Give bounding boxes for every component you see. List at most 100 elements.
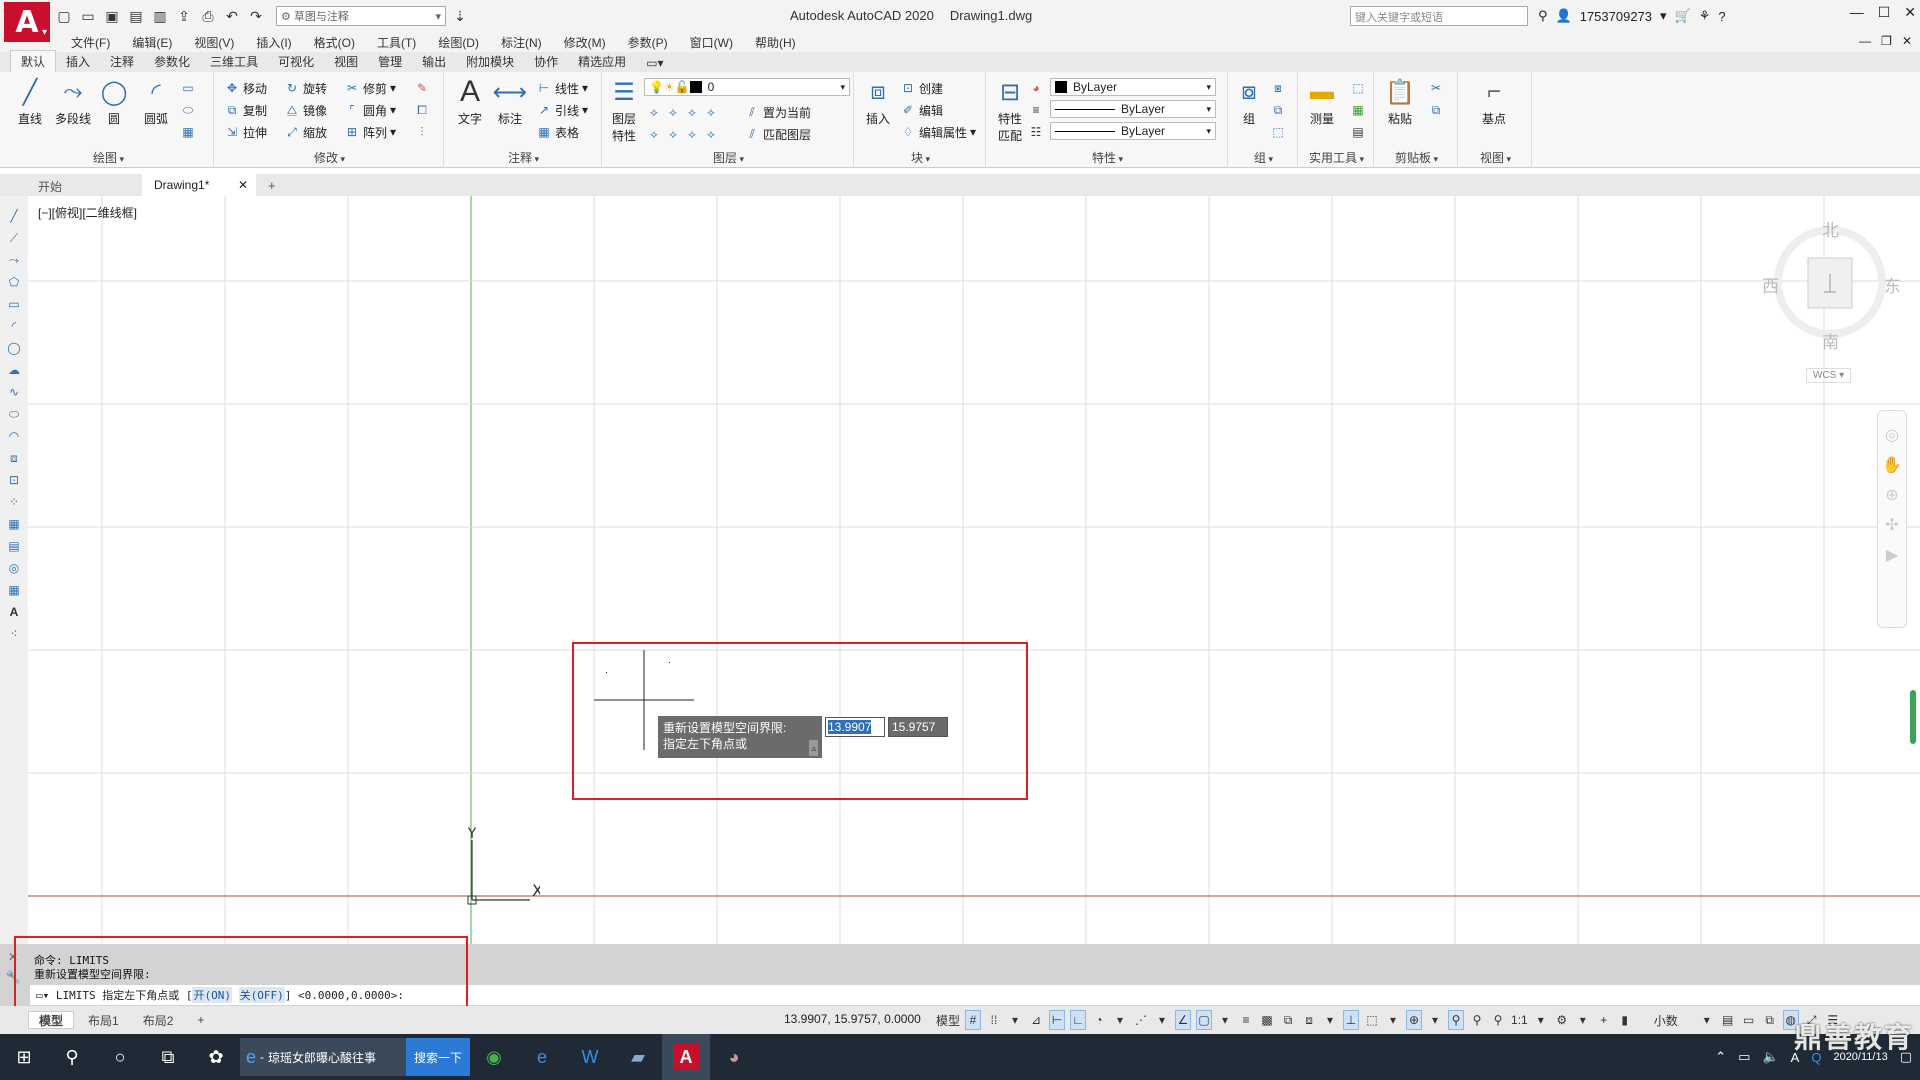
selection-cycling-icon[interactable]: ⧉ (1280, 1010, 1296, 1030)
table-button[interactable]: ▦ 表格 (536, 122, 579, 142)
steering-wheel-icon[interactable]: ◎ (1885, 425, 1899, 445)
selection-filter-icon[interactable]: ⬚ (1364, 1010, 1380, 1030)
leader-button[interactable]: ↗ 引线 ▾ (536, 100, 588, 120)
panel-title-groups[interactable]: 组 (1230, 149, 1297, 166)
dimension-button[interactable]: ⟷ 标注 (490, 76, 530, 127)
insert-block-icon[interactable]: ⧈ (5, 448, 23, 468)
select-all-icon[interactable]: ▦ (1350, 100, 1366, 120)
measure-button[interactable]: ▬ 测量 (1302, 76, 1342, 127)
dynamic-ucs-icon[interactable]: ⊥ (1343, 1010, 1360, 1030)
quick-properties-icon[interactable]: ▤ (1720, 1010, 1736, 1030)
model-space-toggle[interactable]: 模型 (936, 1010, 960, 1030)
ungroup-icon[interactable]: ⧆ (1270, 78, 1286, 98)
tab-manage[interactable]: 管理 (368, 51, 412, 72)
viewcube-south[interactable]: 南 (1822, 328, 1839, 353)
offset-button[interactable]: ⫶ (414, 122, 430, 142)
edit-block-button[interactable]: ✐ 编辑 (900, 100, 943, 120)
grid-icon[interactable]: # (965, 1010, 982, 1030)
3d-object-snap-icon[interactable]: ⧈ (1301, 1010, 1317, 1030)
make-block-icon[interactable]: ⊡ (5, 470, 23, 490)
ellipse-arc-icon[interactable]: ◠ (5, 426, 23, 446)
panel-title-draw[interactable]: 绘图 (4, 149, 213, 166)
line-button[interactable]: ╱ 直线 (10, 76, 50, 127)
point-icon[interactable]: ⁘ (5, 492, 23, 512)
dynamic-input-x-field[interactable]: 13.9907 (825, 717, 885, 737)
tab-drawing1[interactable]: Drawing1* ✕ (142, 174, 256, 196)
layer-lock-icon[interactable]: ⟡ (703, 104, 719, 120)
doc-restore-icon[interactable]: ❐ (1881, 34, 1892, 48)
viewcube[interactable]: 北 南 东 西 (1762, 208, 1912, 388)
app-pinwheel-icon[interactable]: ✿ (192, 1034, 240, 1080)
browser-360-icon[interactable]: ◉ (470, 1034, 518, 1080)
menu-dimension[interactable]: 标注(N) (490, 34, 553, 51)
region-icon[interactable]: ◎ (5, 558, 23, 578)
revision-cloud-icon[interactable]: ☁ (5, 360, 23, 380)
windows-start-icon[interactable]: ⊞ (0, 1034, 48, 1080)
plot-icon[interactable]: ⎙ (198, 6, 218, 26)
construction-line-icon[interactable]: ⟋ (5, 228, 23, 248)
coordinate-display[interactable]: 13.9907, 15.9757, 0.0000 (784, 1012, 921, 1026)
group-edit-icon[interactable]: ⧉ (1270, 100, 1286, 120)
object-snap-icon[interactable]: ▢ (1196, 1010, 1213, 1030)
tab-output[interactable]: 输出 (412, 51, 456, 72)
lineweight-dropdown[interactable]: ByLayer ▾ (1050, 100, 1216, 118)
web-mobile-icon[interactable]: ▥ (150, 6, 170, 26)
layer-thaw-icon[interactable]: ⟡ (684, 126, 700, 142)
media-app-icon[interactable]: ◕ (710, 1034, 758, 1080)
insert-block-button[interactable]: ⧈ 插入 (858, 76, 898, 127)
dynamic-input-y-field[interactable]: 15.9757 (888, 717, 948, 737)
network-icon[interactable]: ▭ (1738, 1049, 1750, 1065)
calculator-icon[interactable]: ▤ (1350, 122, 1366, 142)
polyline-button[interactable]: ⤳ 多段线 (50, 76, 96, 127)
copy-button[interactable]: ⧉ 复制 (224, 100, 267, 120)
annotation-scale-icon[interactable]: ⚲ (1490, 1010, 1506, 1030)
chevron-down-icon[interactable]: ▾ (1322, 1010, 1338, 1030)
close-tab-icon[interactable]: ✕ (238, 178, 248, 192)
layer-isolate-icon[interactable]: ⟡ (665, 104, 681, 120)
save-icon[interactable]: ▣ (102, 6, 122, 26)
minimize-icon[interactable]: — (1850, 4, 1864, 21)
trim-button[interactable]: ✂ 修剪 ▾ (344, 78, 396, 98)
tab-featured-apps[interactable]: 精选应用 (568, 51, 636, 72)
gradient-icon[interactable]: ▤ (5, 536, 23, 556)
tab-addins[interactable]: 附加模块 (456, 51, 524, 72)
chevron-down-icon[interactable]: ▾ (1112, 1010, 1128, 1030)
scale-button[interactable]: ⤢ 缩放 (284, 122, 327, 142)
application-menu-button[interactable]: A ▾ (4, 2, 50, 42)
publish-icon[interactable]: ⇪ (174, 6, 194, 26)
tab-3d-tools[interactable]: 三维工具 (200, 51, 268, 72)
circle-icon[interactable]: ◯ (5, 338, 23, 358)
hatch-icon[interactable]: ▦ (5, 514, 23, 534)
new-tab-button[interactable]: + (256, 174, 288, 196)
binoculars-icon[interactable]: ⚲ (1538, 8, 1548, 24)
base-button[interactable]: ⌐ 基点 (1474, 76, 1514, 127)
volume-icon[interactable]: 🔈 (1762, 1049, 1778, 1065)
panel-title-properties[interactable]: 特性 (988, 149, 1227, 166)
menu-tools[interactable]: 工具(T) (366, 34, 427, 51)
layer-on-icon[interactable]: ⟡ (646, 126, 662, 142)
panel-title-utilities[interactable]: 实用工具 (1300, 149, 1373, 166)
tab-insert[interactable]: 插入 (56, 51, 100, 72)
isodraft-icon[interactable]: ⋰ (1133, 1010, 1149, 1030)
tab-default[interactable]: 默认 (10, 50, 57, 72)
ortho-icon[interactable]: ∟ (1070, 1010, 1087, 1030)
gizmo-icon[interactable]: ⊕ (1406, 1010, 1423, 1030)
rectangle-icon[interactable]: ▭ (5, 294, 23, 314)
chevron-down-icon[interactable]: ▾ (1660, 8, 1667, 24)
layer-freeze-icon[interactable]: ⟡ (684, 104, 700, 120)
mirror-button[interactable]: ⧋ 镜像 (284, 100, 327, 120)
match-properties-button[interactable]: ⊟ 特性 匹配 (990, 76, 1030, 144)
wcs-menu[interactable]: WCS ▾ (1806, 368, 1852, 383)
polar-icon[interactable]: ◔ (1091, 1010, 1107, 1030)
open-file-icon[interactable]: ▭ (78, 6, 98, 26)
tab-annotate[interactable]: 注释 (100, 51, 144, 72)
table-icon[interactable]: ▦ (5, 580, 23, 600)
panel-title-annotation[interactable]: 注释 (446, 149, 601, 166)
menu-view[interactable]: 视图(V) (183, 34, 245, 51)
chevron-down-icon[interactable]: ▾ (1385, 1010, 1401, 1030)
group-select-icon[interactable]: ⬚ (1270, 122, 1286, 142)
create-block-button[interactable]: ⊡ 创建 (900, 78, 943, 98)
menu-parametric[interactable]: 参数(P) (617, 34, 679, 51)
viewcube-east[interactable]: 东 (1884, 272, 1901, 297)
panel-title-view[interactable]: 视图 (1460, 149, 1531, 166)
